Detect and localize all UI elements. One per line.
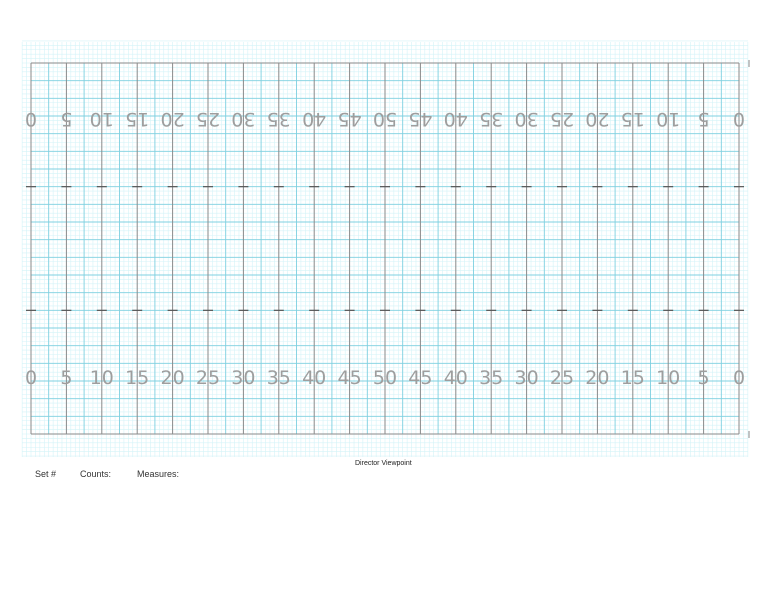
drill-field-chart: 0055101015152020252530303535404045455050…	[21, 40, 750, 457]
yard-number-top: 30	[515, 108, 539, 130]
yard-number-top: 40	[302, 108, 326, 130]
yard-number-top: 15	[125, 108, 149, 130]
yard-number-top: 45	[408, 108, 432, 130]
yard-number-top: 35	[267, 108, 291, 130]
yard-number-bottom: 35	[267, 367, 291, 389]
yard-number-top: 20	[585, 108, 609, 130]
yard-number-bottom: 30	[515, 367, 539, 389]
yard-number-bottom: 20	[161, 367, 185, 389]
yard-number-top: 0	[733, 108, 745, 130]
measures-label: Measures:	[137, 469, 180, 479]
yard-number-bottom: 30	[231, 367, 255, 389]
yard-number-bottom: 0	[733, 367, 745, 389]
yard-number-top: 5	[60, 108, 72, 130]
yard-number-top: 40	[444, 108, 468, 130]
yard-number-bottom: 45	[338, 367, 362, 389]
set-number-label: Set #	[35, 469, 57, 479]
yard-number-bottom: 15	[125, 367, 149, 389]
yard-number-top: 25	[196, 108, 220, 130]
yard-number-bottom: 40	[444, 367, 468, 389]
yard-number-bottom: 0	[25, 367, 37, 389]
yard-number-top: 25	[550, 108, 574, 130]
counts-label: Counts:	[80, 469, 112, 479]
yard-number-top: 10	[656, 108, 680, 130]
yard-number-bottom: 5	[698, 367, 710, 389]
yard-number-top: 30	[231, 108, 255, 130]
yard-number-bottom: 35	[479, 367, 503, 389]
yard-number-bottom: 20	[585, 367, 609, 389]
yard-number-bottom: 50	[373, 367, 397, 389]
yard-number-top: 20	[161, 108, 185, 130]
yard-number-bottom: 15	[621, 367, 645, 389]
yard-number-top: 5	[698, 108, 710, 130]
yard-number-bottom: 10	[90, 367, 114, 389]
yard-number-bottom: 40	[302, 367, 326, 389]
yard-number-top: 50	[373, 108, 397, 130]
yard-number-bottom: 5	[60, 367, 72, 389]
yard-number-top: 10	[90, 108, 114, 130]
yard-number-bottom: 25	[550, 367, 574, 389]
director-viewpoint-label: Director Viewpoint	[355, 460, 412, 467]
yard-number-top: 0	[25, 108, 37, 130]
yard-number-bottom: 45	[408, 367, 432, 389]
yard-number-top: 35	[479, 108, 503, 130]
yard-number-bottom: 10	[656, 367, 680, 389]
yard-number-bottom: 25	[196, 367, 220, 389]
yard-number-top: 15	[621, 108, 645, 130]
yard-number-top: 45	[338, 108, 362, 130]
